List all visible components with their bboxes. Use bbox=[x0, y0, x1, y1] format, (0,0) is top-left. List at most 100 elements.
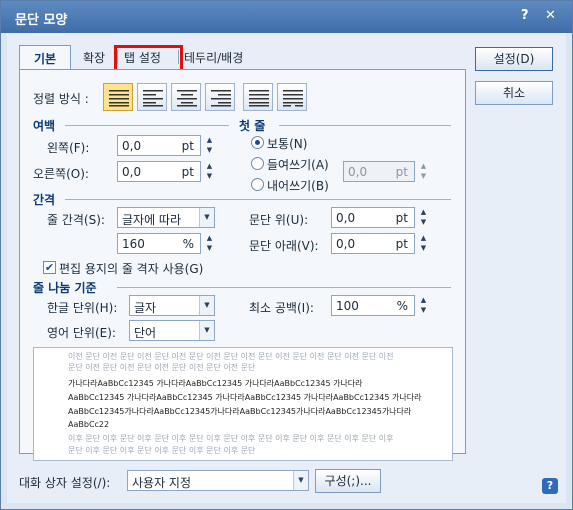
preview-next-line: 문단 이후 문단 이후 문단 이후 문단 이후 문단 이후 문단 bbox=[68, 446, 256, 455]
first-line-indent-radio[interactable] bbox=[251, 157, 264, 170]
chevron-down-icon: ▼ bbox=[199, 321, 214, 340]
paragraph-shape-dialog: 문단 모양 ? ✕ 기본 확장 탭 설정 테두리/배경 정렬 방식 : 여백 왼… bbox=[0, 0, 573, 510]
title-bar: 문단 모양 ? ✕ bbox=[1, 1, 572, 33]
space-below-input[interactable]: 0,0 pt bbox=[331, 233, 415, 254]
line-break-divider bbox=[117, 287, 451, 288]
dialog-setting-value: 사용자 지정 bbox=[132, 476, 192, 490]
tab-basic-label: 기본 bbox=[33, 52, 57, 66]
first-line-value: 0,0 bbox=[348, 165, 368, 179]
cancel-button[interactable]: 취소 bbox=[475, 81, 553, 105]
line-spacing-value: 160 bbox=[122, 237, 145, 251]
tab-extended[interactable]: 확장 bbox=[83, 45, 111, 69]
line-break-section-title: 줄 나눔 기준 bbox=[33, 281, 97, 295]
line-spacing-unit: % bbox=[182, 237, 194, 251]
first-line-normal-label: 보통(N) bbox=[267, 137, 308, 151]
space-below-value: 0,0 bbox=[336, 237, 356, 251]
left-margin-spinner[interactable]: ▲ ▼ bbox=[203, 135, 216, 156]
margins-section-title: 여백 bbox=[33, 119, 56, 133]
compose-button[interactable]: 구성(;)... bbox=[315, 469, 381, 493]
left-margin-unit: pt bbox=[181, 139, 194, 153]
left-margin-label: 왼쪽(F): bbox=[47, 141, 90, 155]
line-spacing-mode-select[interactable]: 글자에 따라 ▼ bbox=[117, 207, 215, 228]
hangul-unit-value: 글자 bbox=[134, 301, 157, 315]
tab-border-background-label: 테두리/배경 bbox=[184, 51, 244, 65]
help-icon[interactable]: ? bbox=[542, 478, 558, 494]
min-space-spinner[interactable]: ▲ ▼ bbox=[417, 295, 430, 316]
preview-sample-line: AaBbCc12345가나다라AaBbCc12345가나다라AaBbCc1234… bbox=[68, 407, 412, 416]
window-title: 문단 모양 bbox=[15, 13, 68, 28]
align-split-icon bbox=[283, 90, 303, 107]
english-unit-value: 단어 bbox=[134, 326, 157, 340]
dialog-setting-label: 대화 상자 설정(/): bbox=[19, 476, 111, 490]
right-margin-spinner[interactable]: ▲ ▼ bbox=[203, 161, 216, 182]
close-icon[interactable]: ✕ bbox=[545, 8, 556, 23]
right-margin-unit: pt bbox=[181, 165, 194, 179]
first-line-divider bbox=[279, 125, 451, 126]
align-justify-button[interactable] bbox=[103, 83, 133, 111]
align-distribute-icon bbox=[249, 90, 269, 107]
right-margin-input[interactable]: 0,0 pt bbox=[117, 161, 201, 182]
align-center-icon bbox=[177, 90, 197, 107]
align-right-icon bbox=[211, 90, 231, 107]
alignment-label: 정렬 방식 : bbox=[33, 92, 89, 106]
hangul-unit-select[interactable]: 글자 ▼ bbox=[129, 295, 215, 316]
spacing-section-title: 간격 bbox=[33, 193, 56, 207]
first-line-hanging-label: 내어쓰기(B) bbox=[267, 179, 329, 193]
right-margin-value: 0,0 bbox=[122, 165, 142, 179]
tab-extended-label: 확장 bbox=[83, 51, 106, 65]
min-space-unit: % bbox=[396, 299, 408, 313]
first-line-section-title: 첫 줄 bbox=[239, 119, 266, 133]
space-above-input[interactable]: 0,0 pt bbox=[331, 207, 415, 228]
align-left-button[interactable] bbox=[137, 83, 167, 111]
preview-prev-line: 문단 이전 문단 이전 문단 이전 문단 이전 문단 이전 문단 bbox=[68, 363, 256, 372]
chevron-down-icon: ▼ bbox=[199, 208, 214, 227]
left-margin-input[interactable]: 0,0 pt bbox=[117, 135, 201, 156]
ok-button[interactable]: 설정(D) bbox=[475, 47, 553, 71]
space-above-value: 0,0 bbox=[336, 211, 356, 225]
line-spacing-spinner[interactable]: ▲ ▼ bbox=[203, 233, 216, 254]
space-below-label: 문단 아래(V): bbox=[249, 239, 319, 253]
english-unit-label: 영어 단위(E): bbox=[47, 326, 116, 340]
space-below-unit: pt bbox=[395, 237, 408, 251]
first-line-normal-radio[interactable] bbox=[251, 136, 264, 149]
align-distribute-button[interactable] bbox=[243, 83, 273, 111]
chevron-down-icon: ▼ bbox=[293, 471, 308, 490]
align-split-button[interactable] bbox=[277, 83, 307, 111]
space-above-spinner[interactable]: ▲ ▼ bbox=[417, 207, 430, 228]
dialog-setting-select[interactable]: 사용자 지정 ▼ bbox=[127, 470, 309, 491]
align-right-button[interactable] bbox=[205, 83, 235, 111]
preview-sample-line: 가나다라AaBbCc12345 가나다라AaBbCc12345 가나다라AaBb… bbox=[68, 379, 363, 388]
min-space-input[interactable]: 100 % bbox=[331, 295, 415, 316]
margins-divider bbox=[65, 125, 229, 126]
align-left-icon bbox=[143, 90, 163, 107]
space-below-spinner[interactable]: ▲ ▼ bbox=[417, 233, 430, 254]
preview-sample-line: AaBbCc22 bbox=[68, 420, 110, 429]
first-line-unit: pt bbox=[395, 165, 408, 179]
left-margin-value: 0,0 bbox=[122, 139, 142, 153]
line-grid-label: 편집 용지의 줄 격자 사용(G) bbox=[59, 262, 204, 276]
help-icon[interactable]: ? bbox=[521, 8, 529, 23]
first-line-indent-label: 들여쓰기(A) bbox=[267, 158, 329, 172]
first-line-hanging-radio[interactable] bbox=[251, 178, 264, 191]
tab-basic[interactable]: 기본 bbox=[19, 45, 71, 71]
align-justify-icon bbox=[109, 90, 129, 107]
space-above-unit: pt bbox=[395, 211, 408, 225]
line-spacing-label: 줄 간격(S): bbox=[47, 213, 105, 227]
tab-border-background[interactable]: 테두리/배경 bbox=[184, 45, 264, 69]
english-unit-select[interactable]: 단어 ▼ bbox=[129, 320, 215, 341]
min-space-value: 100 bbox=[336, 299, 359, 313]
spacing-divider bbox=[65, 199, 451, 200]
paragraph-preview: 이전 문단 이전 문단 이전 문단 이전 문단 이전 문단 이전 문단 이전 문… bbox=[33, 347, 453, 461]
hangul-unit-label: 한글 단위(H): bbox=[47, 301, 118, 315]
first-line-value-input: 0,0 pt bbox=[343, 161, 415, 182]
chevron-down-icon: ▼ bbox=[199, 296, 214, 315]
first-line-spinner: ▲ ▼ bbox=[420, 162, 427, 180]
preview-next-line: 이후 문단 이후 문단 이후 문단 이후 문단 이후 문단 이후 문단 이후 문… bbox=[68, 434, 394, 443]
line-grid-checkbox[interactable]: ✔ bbox=[43, 261, 56, 274]
preview-sample-line: AaBbCc12345 가나다라AaBbCc12345 가나다라AaBbCc12… bbox=[68, 393, 422, 402]
line-spacing-value-input[interactable]: 160 % bbox=[117, 233, 201, 254]
line-spacing-mode-value: 글자에 따라 bbox=[122, 213, 182, 227]
preview-prev-line: 이전 문단 이전 문단 이전 문단 이전 문단 이전 문단 이전 문단 이전 문… bbox=[68, 352, 394, 361]
space-above-label: 문단 위(U): bbox=[249, 213, 309, 227]
align-center-button[interactable] bbox=[171, 83, 201, 111]
